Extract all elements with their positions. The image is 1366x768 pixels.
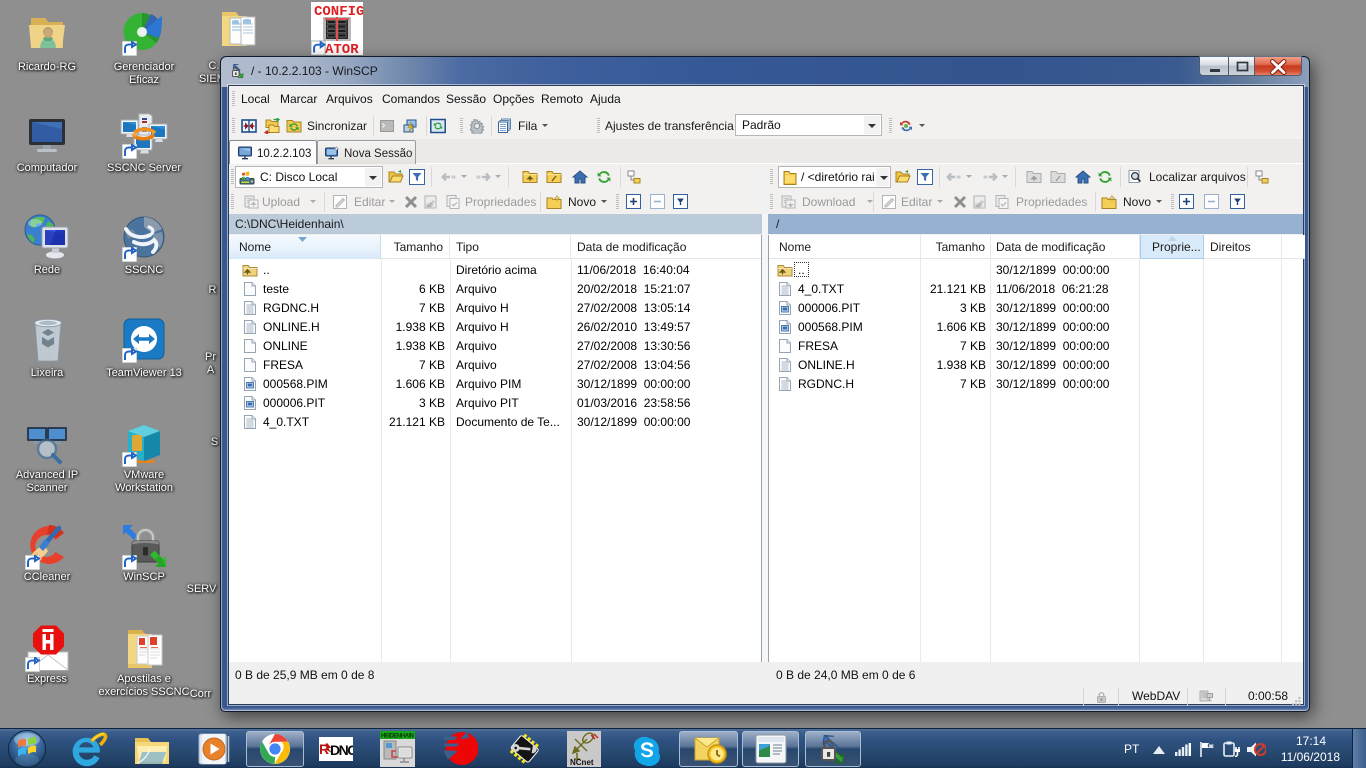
svg-text:ATOR: ATOR — [325, 42, 359, 55]
svg-text:DNC: DNC — [330, 742, 353, 758]
svg-text:ab: ab — [975, 203, 982, 209]
svg-text:ab: ab — [426, 203, 433, 209]
svg-text:HEIDENHAIN: HEIDENHAIN — [381, 734, 414, 740]
svg-text:NCnet: NCnet — [570, 758, 594, 767]
